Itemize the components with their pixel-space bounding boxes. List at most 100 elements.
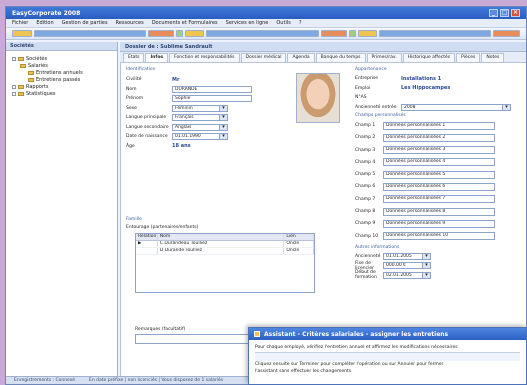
menu-gestion-de-parties[interactable]: Gestion de parties	[62, 20, 108, 26]
tab-agenda[interactable]: Agenda	[287, 53, 315, 62]
tree-item-salaries[interactable]: Salariés	[12, 62, 111, 69]
menu-[interactable]: ?	[299, 20, 302, 26]
tree-item-societes[interactable]: Sociétés	[12, 55, 111, 62]
field-label: Date de naissance	[126, 134, 168, 140]
date-picker[interactable]: 02.01.2005	[383, 271, 431, 279]
redo-icon[interactable]	[357, 30, 378, 37]
table-row[interactable]: ▶ C.Durandeau Toulliez Oncle	[136, 241, 315, 248]
date-picker[interactable]: 000.00 €	[383, 262, 431, 270]
left-panel-header: Sociétés	[6, 42, 117, 51]
tab-dossier-medical[interactable]: Dossier médical	[240, 53, 287, 62]
tree-item-rapports[interactable]: Rapports	[12, 83, 111, 90]
tab-historique-affectes[interactable]: Historique affectés	[402, 53, 456, 62]
field-select[interactable]: Féminin	[172, 104, 228, 112]
help-icon[interactable]	[493, 30, 521, 37]
grid-header: Relation Nom Lien	[136, 234, 315, 241]
menu-services-en-ligne[interactable]: Services en ligne	[226, 20, 269, 26]
expand-icon[interactable]	[12, 91, 16, 96]
menu-ressources[interactable]: Ressources	[116, 20, 144, 26]
custom-field-input[interactable]: Données personnalisées 2	[383, 133, 495, 142]
find-icon[interactable]	[379, 30, 492, 37]
menu-edition[interactable]: Edition	[36, 20, 53, 26]
tab-primes-rav[interactable]: Primes/rav.	[366, 53, 402, 62]
custom-field-input[interactable]: Données personnalisées 3	[383, 146, 495, 155]
custom-field-input[interactable]: Données personnalisées 7	[383, 195, 495, 204]
field-input[interactable]: DURANDE	[172, 85, 252, 93]
custom-row: Champ 2 Données personnalisées 2	[355, 133, 525, 142]
custom-field-input[interactable]: Données personnalisées 6	[383, 182, 495, 191]
field-input[interactable]: Sophie	[172, 95, 252, 103]
field-label: Champ 2	[355, 135, 376, 141]
maximize-button[interactable]: □	[500, 9, 509, 17]
field-select[interactable]: Français	[172, 114, 228, 122]
menu-documents-et-formulaires[interactable]: Documents et Formulaires	[152, 20, 218, 26]
date-row: Fixe de licencier 000.00 €	[355, 261, 525, 271]
dialog-line-2: Cliquez ensuite sur Terminer pour complé…	[255, 362, 444, 367]
date-row: Début de formation 02.01.2005	[355, 270, 525, 280]
custom-field-input[interactable]: Données personnalisées 4	[383, 158, 495, 167]
date-picker[interactable]: 01.01.2005	[383, 252, 431, 260]
field-value: 18 ans	[172, 143, 191, 150]
field-label: Civilité	[126, 77, 142, 83]
expand-icon[interactable]	[12, 56, 16, 61]
table-row[interactable]: D.Durande Toulliez Oncle	[136, 248, 315, 255]
wizard-icon	[254, 331, 260, 337]
tab-infos[interactable]: Infos	[145, 53, 169, 62]
custom-fields-section: Champs personnalisés Champ 1 Données pers…	[355, 113, 525, 241]
field-label: Champ 7	[355, 196, 376, 202]
folder-icon	[20, 63, 26, 68]
custom-field-input[interactable]: Données personnalisées 5	[383, 170, 495, 179]
undo-icon[interactable]	[349, 30, 356, 37]
tab-notes[interactable]: Notes	[481, 53, 505, 62]
tree-item-label: Statistiques	[26, 90, 56, 97]
custom-row: Champ 3 Données personnalisées 3	[355, 146, 525, 155]
dialog-line-3: l'assistant sans effectuer les changemen…	[255, 369, 353, 374]
tree-item-label: Rapports	[26, 83, 49, 90]
custom-field-input[interactable]: Données personnalisées 10	[383, 232, 495, 241]
field-select[interactable]: 01.01.1990	[172, 133, 228, 141]
field-label: Champ 9	[355, 221, 376, 227]
tab-banque-du-temps[interactable]: Banque du temps	[315, 53, 366, 62]
open-icon[interactable]	[33, 30, 146, 37]
tab-etats[interactable]: Etats	[123, 53, 145, 62]
print-icon[interactable]	[176, 30, 183, 37]
folder-icon	[18, 56, 24, 61]
field-label: Âge	[126, 143, 135, 149]
cut-icon[interactable]	[184, 30, 205, 37]
tree-item-entretiens-passes[interactable]: Entretiens passés	[12, 76, 111, 83]
menu-fichier[interactable]: Fichier	[12, 20, 28, 26]
tab-fonction-et-responsabilites[interactable]: Fonction et responsabilités	[169, 53, 240, 62]
save-icon[interactable]	[147, 30, 175, 37]
minimize-button[interactable]: _	[489, 9, 498, 17]
tree-item-label: Entretiens annuels	[36, 69, 83, 76]
tab-pieces[interactable]: Pièces	[456, 53, 481, 62]
custom-field-input[interactable]: Données personnalisées 1	[383, 121, 495, 130]
custom-field-input[interactable]: Données personnalisées 9	[383, 219, 495, 228]
employee-photo[interactable]	[296, 73, 340, 123]
column-header[interactable]: Nom	[158, 234, 285, 240]
status-item: Enregistrements : Connexé	[14, 378, 76, 383]
custom-field-input[interactable]: Données personnalisées 8	[383, 207, 495, 216]
family-grid[interactable]: Relation Nom Lien ▶ C.Durandeau Toulliez Onc…	[135, 233, 315, 293]
menu-outils[interactable]: Outils	[276, 20, 290, 26]
dialog-line-1: Pour chaque employé, vérifiez l'entretie…	[255, 345, 458, 350]
close-button[interactable]: ×	[511, 9, 520, 17]
row-indicator	[136, 248, 158, 254]
org-row-n-as: N°AS	[355, 94, 525, 102]
window-controls: _ □ ×	[489, 9, 520, 17]
main-header: Dossier de : Sublime Sandrault	[120, 42, 526, 52]
tree-item-entretiens-annuels[interactable]: Entretiens annuels	[12, 69, 111, 76]
field-label: Sexe	[126, 105, 137, 111]
new-icon[interactable]	[12, 30, 32, 37]
field-select[interactable]: Anglais	[172, 123, 228, 131]
copy-icon[interactable]	[206, 30, 319, 37]
column-header[interactable]: Lien	[284, 234, 315, 240]
title-bar[interactable]: EasyCorporate 2008 _ □ ×	[6, 7, 526, 19]
paste-icon[interactable]	[320, 30, 348, 37]
dialog-title-bar[interactable]: Assistant - Critères salariales - assign…	[249, 328, 526, 340]
column-header[interactable]: Relation	[136, 234, 158, 240]
dates-section: Autres informations Ancienneté 01.01.2005…	[355, 245, 525, 280]
expand-icon[interactable]	[12, 84, 16, 89]
tree-item-statistiques[interactable]: Statistiques	[12, 90, 111, 97]
field-select[interactable]: 2008	[401, 103, 511, 111]
